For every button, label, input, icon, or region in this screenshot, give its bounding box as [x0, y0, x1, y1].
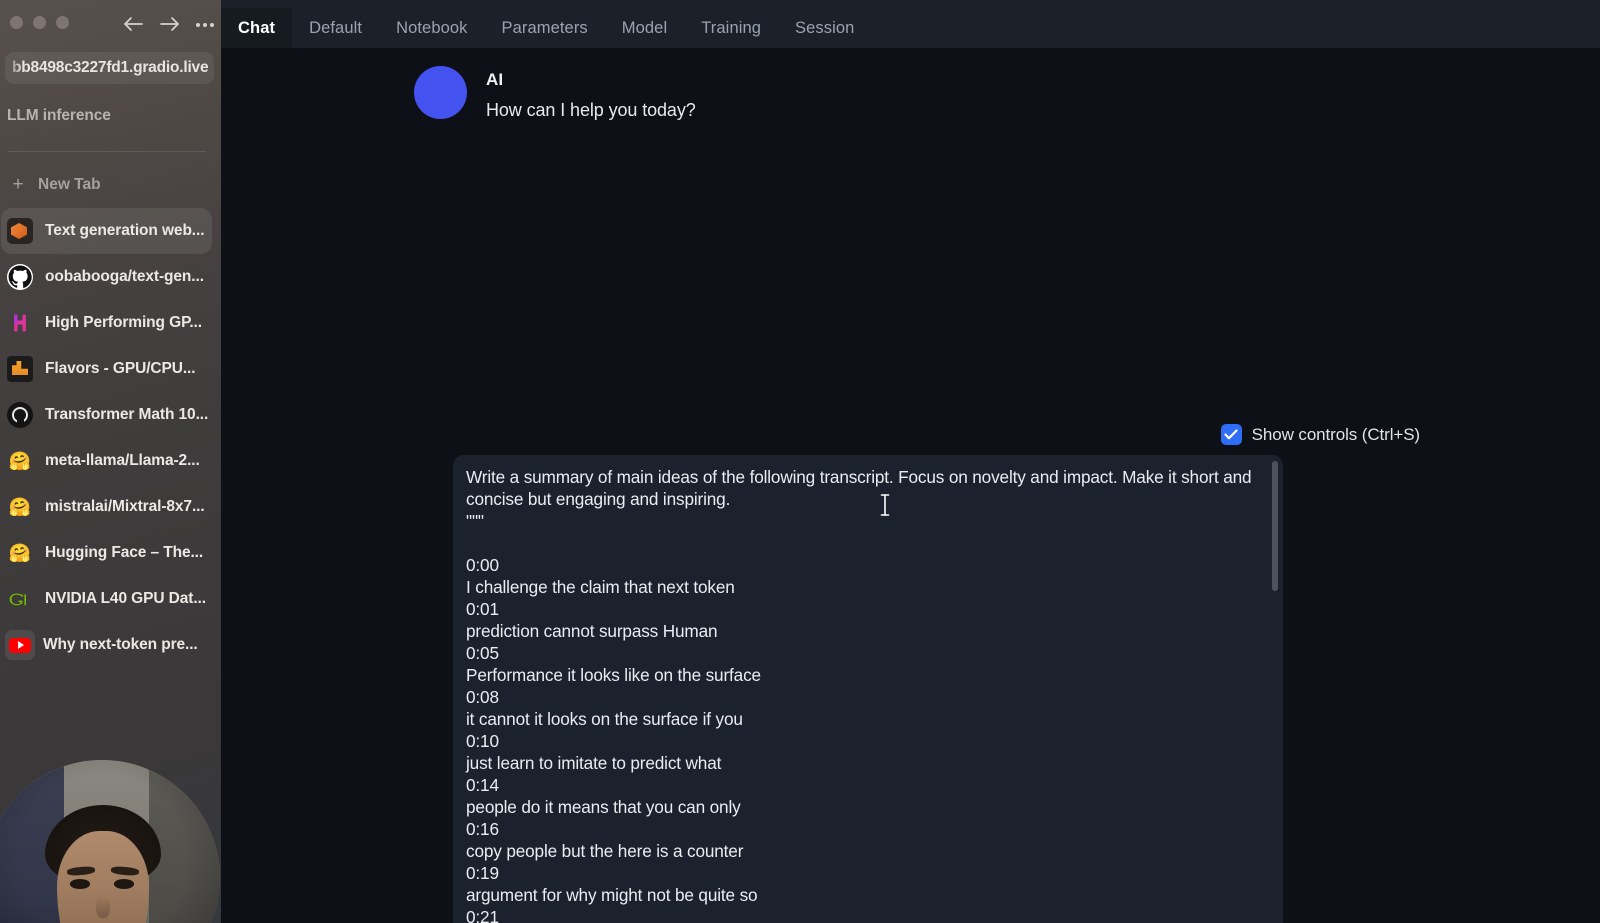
browser-tab-label: meta-llama/Llama-2... [45, 452, 200, 469]
address-bar-url: bb8498c3227fd1.gradio.live [12, 59, 209, 76]
browser-sidebar: bb8498c3227fd1.gradio.live LLM inference… [0, 0, 221, 923]
tab-training[interactable]: Training [684, 8, 778, 48]
browser-tab-nvidia-l40[interactable]: NVIDIA L40 GPU Dat... [1, 576, 212, 622]
browser-tab-list: Text generation web... oobabooga/text-ge… [0, 208, 221, 668]
browser-tab-label: NVIDIA L40 GPU Dat... [45, 590, 206, 607]
webui-main-panel: Chat Default Notebook Parameters Model T… [221, 0, 1600, 923]
tab-model[interactable]: Model [605, 8, 684, 48]
page-title: LLM inference [7, 107, 111, 124]
show-controls-checkbox[interactable] [1220, 424, 1242, 445]
chat-message-text: How can I help you today? [486, 100, 696, 120]
chat-message: AI How can I help you today? [414, 66, 696, 121]
huggingface-emoji-icon: 🤗 [8, 543, 32, 563]
tab-notebook[interactable]: Notebook [379, 8, 484, 48]
browser-tab-high-performing-gpu[interactable]: High Performing GP... [1, 300, 212, 346]
huggingface-emoji-icon: 🤗 [8, 497, 32, 517]
nvidia-icon [7, 586, 33, 612]
browser-tab-meta-llama[interactable]: 🤗 meta-llama/Llama-2... [1, 438, 212, 484]
browser-tab-mistralai-mixtral[interactable]: 🤗 mistralai/Mixtral-8x7... [1, 484, 212, 530]
screen-root: bb8498c3227fd1.gradio.live LLM inference… [0, 0, 1600, 923]
tab-default[interactable]: Default [292, 8, 379, 48]
huggingface-emoji-icon: 🤗 [8, 451, 32, 471]
flavors-icon [7, 356, 33, 382]
browser-tab-label: oobabooga/text-gen... [45, 268, 204, 285]
text-cursor-icon [878, 492, 892, 518]
chat-message-sender: AI [486, 70, 504, 89]
tab-session[interactable]: Session [778, 8, 871, 48]
browser-tab-label: mistralai/Mixtral-8x7... [45, 498, 205, 515]
avatar [414, 66, 467, 119]
prompt-scrollbar-thumb[interactable] [1272, 461, 1278, 591]
new-tab-button[interactable]: + New Tab [1, 168, 213, 201]
minimize-window-button[interactable] [33, 16, 46, 29]
browser-navigation [122, 13, 216, 35]
browser-tab-hugging-face-home[interactable]: 🤗 Hugging Face – The... [1, 530, 212, 576]
youtube-icon [5, 630, 35, 660]
back-arrow-icon[interactable] [122, 13, 144, 35]
browser-tab-transformer-math[interactable]: Transformer Math 10... [1, 392, 212, 438]
huggingface-pink-icon [7, 310, 33, 336]
browser-tab-label: Transformer Math 10... [45, 406, 209, 423]
browser-tab-label: Hugging Face – The... [45, 544, 204, 561]
oobabooga-icon [7, 218, 33, 244]
browser-tab-label: High Performing GP... [45, 314, 202, 331]
prompt-textarea-value: Write a summary of main ideas of the fol… [466, 467, 1252, 923]
transformer-icon [7, 402, 33, 428]
plus-icon: + [12, 174, 24, 195]
prompt-textarea[interactable]: Write a summary of main ideas of the fol… [453, 455, 1283, 923]
tab-parameters[interactable]: Parameters [485, 8, 605, 48]
forward-arrow-icon[interactable] [158, 13, 180, 35]
browser-tab-flavors-gpu-cpu[interactable]: Flavors - GPU/CPU... [1, 346, 212, 392]
browser-tab-github-repo[interactable]: oobabooga/text-gen... [1, 254, 212, 300]
github-icon [7, 264, 33, 290]
webcam-overlay [0, 760, 220, 923]
webui-tabbar: Chat Default Notebook Parameters Model T… [221, 8, 1600, 48]
browser-tab-label: Text generation web... [45, 222, 205, 239]
top-strip [221, 0, 1600, 8]
chat-transcript: AI How can I help you today? [221, 48, 1600, 418]
browser-tab-label: Flavors - GPU/CPU... [45, 360, 196, 377]
browser-tab-label: Why next-token pre... [43, 636, 198, 653]
browser-tab-text-generation-webui[interactable]: Text generation web... [1, 208, 212, 254]
maximize-window-button[interactable] [56, 16, 69, 29]
new-tab-label: New Tab [38, 175, 101, 193]
tab-chat[interactable]: Chat [221, 8, 293, 48]
address-bar[interactable]: bb8498c3227fd1.gradio.live [5, 52, 214, 84]
window-controls [10, 16, 69, 29]
prompt-scrollbar[interactable] [1272, 461, 1278, 916]
show-controls-row[interactable]: Show controls (Ctrl+S) [1220, 424, 1420, 445]
browser-tab-why-next-token-prediction[interactable]: Why next-token pre... [1, 622, 212, 668]
close-window-button[interactable] [10, 16, 23, 29]
more-options-icon[interactable] [194, 13, 216, 35]
chat-message-body: AI How can I help you today? [486, 66, 696, 121]
sidebar-divider [8, 151, 206, 152]
show-controls-label: Show controls (Ctrl+S) [1251, 424, 1420, 444]
